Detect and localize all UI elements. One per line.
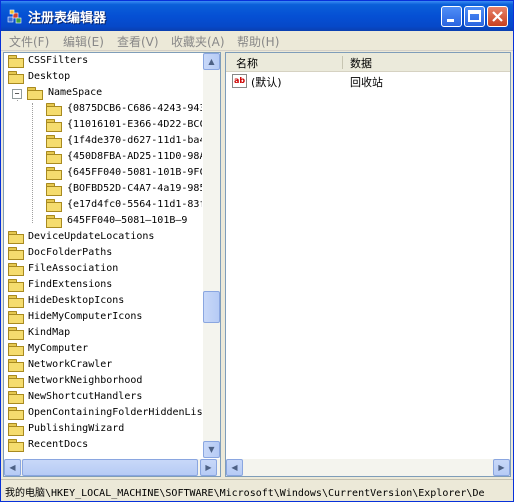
tree-item-namespace-child[interactable]: {11016101-E366-4D22-BCC — [6, 117, 202, 133]
scroll-up-arrow-icon[interactable]: ▲ — [203, 53, 220, 70]
string-value-icon: ab — [232, 74, 247, 88]
folder-icon — [46, 183, 62, 196]
close-icon — [492, 11, 503, 22]
value-data: 回收站 — [350, 76, 383, 89]
tree-item[interactable]: HideMyComputerIcons — [6, 309, 202, 325]
folder-open-icon — [8, 71, 24, 84]
tree-item-desktop[interactable]: Desktop — [6, 69, 202, 85]
scroll-thumb[interactable] — [22, 459, 198, 476]
column-separator[interactable] — [342, 56, 343, 69]
tree-item[interactable]: FindExtensions — [6, 277, 202, 293]
maximize-icon — [468, 10, 481, 22]
menu-view[interactable]: 查看(V) — [117, 33, 159, 50]
registry-editor-icon — [7, 9, 22, 24]
folder-icon — [46, 215, 62, 228]
folder-icon — [8, 391, 24, 404]
tree-item[interactable]: NetworkCrawler — [6, 357, 202, 373]
scroll-thumb[interactable] — [203, 291, 220, 323]
registry-path: 我的电脑\HKEY_LOCAL_MACHINE\SOFTWARE\Microso… — [5, 488, 485, 499]
folder-icon — [8, 279, 24, 292]
status-bar: 我的电脑\HKEY_LOCAL_MACHINE\SOFTWARE\Microso… — [1, 479, 513, 501]
list-horizontal-scrollbar[interactable]: ◀ ▶ — [226, 459, 510, 476]
folder-icon — [8, 359, 24, 372]
tree-item[interactable]: DeviceUpdateLocations — [6, 229, 202, 245]
folder-icon — [8, 295, 24, 308]
folder-icon — [46, 167, 62, 180]
scroll-right-arrow-icon[interactable]: ▶ — [200, 459, 217, 476]
tree-item[interactable]: PublishingWizard — [6, 421, 202, 437]
column-header-name[interactable]: 名称 — [236, 55, 258, 71]
scroll-left-arrow-icon[interactable]: ◀ — [226, 459, 243, 476]
folder-icon — [46, 119, 62, 132]
tree-item[interactable]: HideDesktopIcons — [6, 293, 202, 309]
folder-icon — [8, 439, 24, 452]
registry-editor-window: 注册表编辑器 文件(F) 编辑(E) 查看(V) 收藏夹(A) 帮助(H) CS… — [0, 0, 514, 502]
key-tree: CSSFilters Desktop − NameSpace {0875DCB6… — [4, 53, 202, 458]
folder-icon — [8, 423, 24, 436]
collapse-toggle[interactable]: − — [12, 89, 22, 99]
tree-item-namespace-child[interactable]: {BOFBD52D-C4A7-4a19-985 — [6, 181, 202, 197]
folder-icon — [46, 151, 62, 164]
menu-edit[interactable]: 编辑(E) — [63, 33, 104, 50]
tree-item-namespace-child[interactable]: {e17d4fc0-5564-11d1-83f — [6, 197, 202, 213]
folder-icon — [8, 247, 24, 260]
folder-icon — [8, 407, 24, 420]
tree-item-namespace-child[interactable]: {0875DCB6-C686-4243-943 — [6, 101, 202, 117]
tree-item-namespace-child[interactable]: {1f4de370-d627-11d1-ba4 — [6, 133, 202, 149]
tree-item-cssfilters[interactable]: CSSFilters — [6, 53, 202, 69]
menu-bar: 文件(F) 编辑(E) 查看(V) 收藏夹(A) 帮助(H) — [1, 31, 513, 51]
value-name: (默认) — [251, 76, 282, 89]
tree-item-namespace-child-renamed[interactable]: 645FF040—5081—101B—9 — [6, 213, 202, 229]
folder-icon — [8, 55, 24, 68]
close-button[interactable] — [487, 6, 508, 27]
list-header: 名称 数据 — [226, 53, 510, 72]
folder-icon — [8, 231, 24, 244]
tree-item-namespace[interactable]: − NameSpace — [6, 85, 202, 101]
menu-file[interactable]: 文件(F) — [9, 33, 49, 50]
folder-icon — [8, 343, 24, 356]
maximize-button[interactable] — [464, 6, 485, 27]
tree-item-namespace-child[interactable]: {645FF040-5081-101B-9FC — [6, 165, 202, 181]
menu-help[interactable]: 帮助(H) — [237, 33, 279, 50]
folder-icon — [8, 375, 24, 388]
folder-icon — [46, 135, 62, 148]
tree-item[interactable]: MyComputer — [6, 341, 202, 357]
tree-item[interactable]: FileAssociation — [6, 261, 202, 277]
value-row-default[interactable]: ab (默认) 回收站 — [226, 73, 510, 90]
folder-open-icon — [27, 87, 43, 100]
scroll-right-arrow-icon[interactable]: ▶ — [493, 459, 510, 476]
values-list-pane[interactable]: 名称 数据 ab (默认) 回收站 ◀ ▶ — [225, 52, 511, 477]
folder-icon — [8, 263, 24, 276]
tree-item[interactable]: DocFolderPaths — [6, 245, 202, 261]
title-bar[interactable]: 注册表编辑器 — [1, 1, 513, 31]
tree-item[interactable]: NetworkNeighborhood — [6, 373, 202, 389]
column-header-data[interactable]: 数据 — [350, 55, 372, 71]
tree-vertical-scrollbar[interactable]: ▲ ▼ — [203, 53, 220, 458]
tree-item[interactable]: OpenContainingFolderHiddenLis — [6, 405, 202, 421]
minimize-icon — [447, 19, 454, 22]
key-tree-pane[interactable]: CSSFilters Desktop − NameSpace {0875DCB6… — [3, 52, 221, 477]
tree-item[interactable]: NewShortcutHandlers — [6, 389, 202, 405]
folder-icon — [46, 103, 62, 116]
tree-item[interactable]: KindMap — [6, 325, 202, 341]
scroll-down-arrow-icon[interactable]: ▼ — [203, 441, 220, 458]
tree-item[interactable]: RecentDocs — [6, 437, 202, 453]
menu-favorites[interactable]: 收藏夹(A) — [171, 33, 225, 50]
tree-horizontal-scrollbar[interactable]: ◀ ▶ — [4, 459, 220, 476]
folder-icon — [8, 327, 24, 340]
tree-item-namespace-child[interactable]: {450D8FBA-AD25-11D0-98A — [6, 149, 202, 165]
scroll-left-arrow-icon[interactable]: ◀ — [4, 459, 21, 476]
folder-icon — [46, 199, 62, 212]
minimize-button[interactable] — [441, 6, 462, 27]
folder-icon — [8, 311, 24, 324]
window-title: 注册表编辑器 — [28, 11, 107, 26]
